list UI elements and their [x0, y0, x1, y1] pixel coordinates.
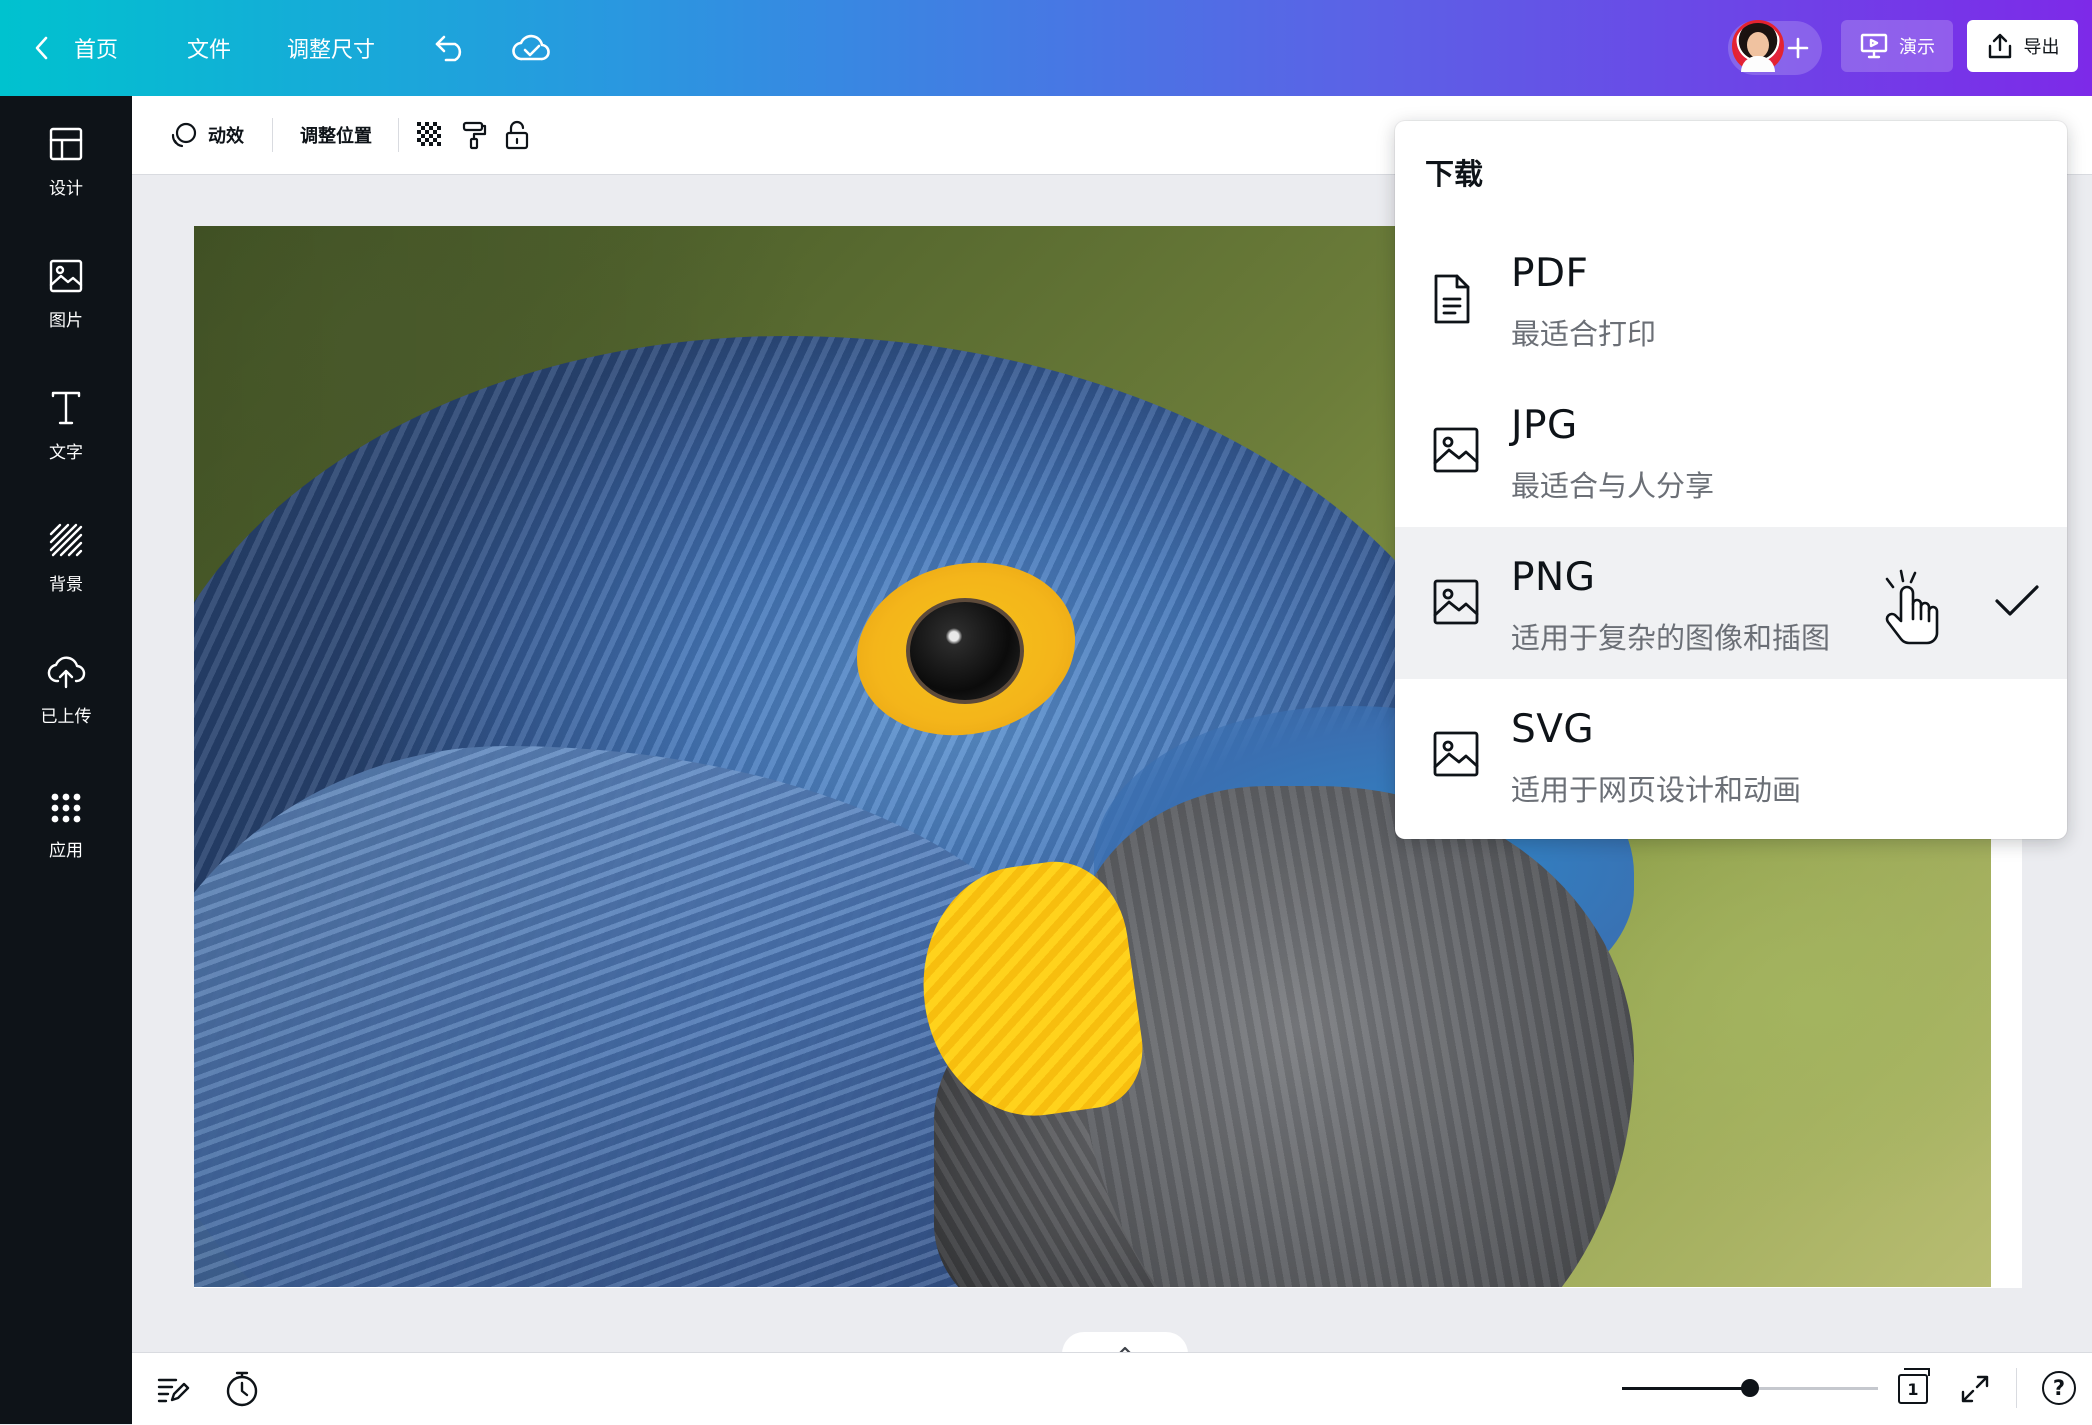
- position-button[interactable]: 调整位置: [300, 96, 372, 174]
- fullscreen-button[interactable]: [1960, 1374, 1990, 1404]
- document-icon: [1431, 273, 1473, 325]
- sidebar-item-background[interactable]: 背景: [0, 522, 132, 632]
- share-upload-icon: [1986, 32, 2014, 60]
- home-button[interactable]: 首页: [32, 0, 118, 96]
- download-menu: 下载 PDF 最适合打印 JPG 最适合与人分享 PNG 适用于复杂的图像和插图: [1395, 121, 2067, 839]
- option-name: PDF: [1511, 251, 1589, 296]
- present-icon: [1859, 32, 1889, 60]
- option-description: 最适合打印: [1511, 317, 1657, 351]
- download-option-jpg[interactable]: JPG 最适合与人分享: [1395, 375, 2067, 527]
- image-icon: [1431, 577, 1481, 627]
- sidebar-item-design[interactable]: 设计: [0, 126, 132, 236]
- animate-icon: [170, 121, 198, 149]
- avatar[interactable]: [1732, 20, 1784, 72]
- image-icon: [48, 258, 84, 294]
- undo-button[interactable]: [434, 0, 468, 96]
- file-label: 文件: [187, 38, 232, 63]
- bottom-divider: [2016, 1368, 2017, 1408]
- check-icon: [1993, 581, 2041, 621]
- toolbar-divider: [398, 118, 399, 152]
- animate-button[interactable]: 动效: [170, 96, 244, 174]
- cloud-check-icon: [512, 33, 550, 63]
- file-menu-button[interactable]: 文件: [187, 0, 231, 96]
- timer-icon: [224, 1370, 260, 1408]
- add-collaborator-button[interactable]: [1786, 0, 1810, 96]
- option-name: PNG: [1511, 555, 1596, 600]
- pattern-icon: [48, 522, 84, 558]
- hand-pointer-icon: [1879, 567, 1949, 647]
- export-button[interactable]: 导出: [1967, 20, 2078, 72]
- lock-button[interactable]: [504, 96, 530, 174]
- sidebar-item-label: 已上传: [40, 707, 92, 727]
- sidebar-item-uploads[interactable]: 已上传: [0, 654, 132, 764]
- left-sidebar: 设计 图片 文字 背景 已上传 应用: [0, 96, 132, 1424]
- notes-icon: [156, 1374, 190, 1404]
- sidebar-item-label: 设计: [49, 179, 83, 199]
- zoom-slider-handle[interactable]: [1741, 1379, 1759, 1397]
- option-description: 适用于复杂的图像和插图: [1511, 621, 1831, 655]
- sidebar-item-apps[interactable]: 应用: [0, 792, 132, 902]
- sidebar-item-text[interactable]: 文字: [0, 390, 132, 500]
- option-description: 适用于网页设计和动画: [1511, 773, 1802, 807]
- transparency-icon: [416, 121, 444, 149]
- resize-button[interactable]: 调整尺寸: [287, 0, 375, 96]
- sidebar-item-label: 图片: [49, 311, 83, 331]
- text-icon: [48, 390, 84, 426]
- animate-label: 动效: [208, 126, 244, 147]
- image-icon: [1431, 729, 1481, 779]
- cloud-save-button[interactable]: [512, 0, 550, 96]
- image-icon: [1431, 425, 1481, 475]
- resize-label: 调整尺寸: [287, 38, 376, 63]
- cloud-upload-icon: [46, 654, 86, 690]
- download-option-svg[interactable]: SVG 适用于网页设计和动画: [1395, 679, 2067, 831]
- paint-roller-icon: [460, 120, 488, 150]
- help-button[interactable]: ?: [2042, 1371, 2076, 1405]
- sidebar-item-label: 背景: [49, 575, 83, 595]
- present-label: 演示: [1899, 37, 1935, 58]
- home-label: 首页: [74, 38, 119, 63]
- zoom-slider-fill: [1622, 1387, 1750, 1390]
- toolbar-divider: [272, 118, 273, 152]
- option-name: JPG: [1511, 403, 1578, 448]
- sidebar-item-label: 文字: [49, 443, 83, 463]
- download-option-png[interactable]: PNG 适用于复杂的图像和插图: [1395, 527, 2067, 679]
- top-bar: 首页 文件 调整尺寸 演示 导出: [0, 0, 2092, 96]
- timer-button[interactable]: [224, 1370, 260, 1408]
- chevron-left-icon: [32, 35, 52, 61]
- page-count-button[interactable]: 1: [1898, 1368, 1930, 1404]
- sidebar-item-photos[interactable]: 图片: [0, 258, 132, 368]
- download-option-pdf[interactable]: PDF 最适合打印: [1395, 223, 2067, 375]
- option-description: 最适合与人分享: [1511, 469, 1715, 503]
- export-label: 导出: [2023, 37, 2060, 58]
- undo-icon: [434, 33, 468, 63]
- apps-grid-icon: [50, 792, 82, 824]
- plus-icon: [1786, 36, 1810, 60]
- copy-style-button[interactable]: [460, 96, 488, 174]
- option-name: SVG: [1511, 707, 1595, 752]
- position-label: 调整位置: [300, 126, 372, 147]
- download-menu-title: 下载: [1425, 157, 1484, 191]
- unlock-icon: [504, 120, 530, 150]
- expand-icon: [1960, 1374, 1990, 1404]
- notes-button[interactable]: [156, 1374, 190, 1404]
- transparency-button[interactable]: [416, 96, 444, 174]
- layout-icon: [48, 126, 84, 162]
- present-button[interactable]: 演示: [1841, 20, 1953, 72]
- sidebar-item-label: 应用: [49, 841, 83, 861]
